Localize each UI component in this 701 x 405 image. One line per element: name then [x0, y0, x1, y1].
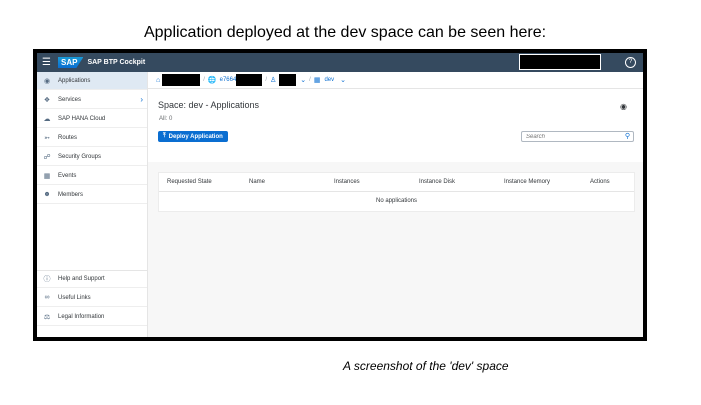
upload-icon: ⤒: [163, 133, 166, 139]
help-icon: ⓘ: [43, 276, 51, 283]
sidebar-item-label: Services: [58, 96, 82, 103]
hamburger-menu-icon[interactable]: ☰: [42, 57, 54, 68]
breadcrumb-separator: /: [265, 77, 267, 83]
column-actions[interactable]: Actions: [590, 179, 610, 185]
security-groups-icon: ☍: [43, 153, 51, 161]
sidebar-item-label: Events: [58, 172, 77, 179]
sidebar: ◉ Applications ❖ Services › ☁ SAP HANA C…: [37, 72, 148, 337]
product-name: SAP BTP Cockpit: [87, 59, 146, 66]
chevron-down-icon[interactable]: ⌄: [300, 76, 306, 84]
sidebar-item-sap-hana-cloud[interactable]: ☁ SAP HANA Cloud: [37, 110, 147, 128]
legal-icon: ⚖: [43, 313, 51, 321]
sidebar-item-label: SAP HANA Cloud: [58, 115, 106, 122]
search-icon[interactable]: ⚲: [625, 132, 630, 141]
services-icon: ❖: [43, 96, 51, 104]
caption-top: Application deployed at the dev space ca…: [143, 24, 547, 41]
breadcrumb-space[interactable]: dev: [324, 77, 334, 83]
shell-bar: ☰ SAP SAP BTP Cockpit ?: [37, 53, 643, 72]
redacted-user-area: [519, 54, 601, 70]
sap-logo[interactable]: SAP: [58, 57, 84, 68]
breadcrumb-separator: /: [309, 77, 311, 83]
applications-table: Requested State Name Instances Instance …: [158, 172, 635, 212]
page-title: Space: dev - Applications: [158, 100, 260, 110]
table-header: Requested State Name Instances Instance …: [159, 173, 634, 192]
empty-table-message: No applications: [375, 198, 418, 204]
column-instance-memory[interactable]: Instance Memory: [504, 179, 550, 185]
globe-icon: 🌐: [207, 77, 217, 84]
screenshot-frame: ☰ SAP SAP BTP Cockpit ? ◉ Applications ❖…: [33, 49, 647, 341]
org-icon: ♙: [269, 77, 277, 84]
deploy-application-label: Deploy Application: [168, 133, 223, 140]
routes-icon: ➳: [44, 134, 50, 142]
refresh-icon[interactable]: ◉: [620, 102, 627, 111]
caption-bottom: A screenshot of the 'dev' space: [343, 359, 509, 373]
home-icon[interactable]: ⌂: [156, 77, 160, 84]
column-requested-state[interactable]: Requested State: [167, 179, 212, 185]
sidebar-item-legal-information[interactable]: ⚖ Legal Information: [37, 308, 147, 326]
breadcrumb-subaccount[interactable]: e7664: [220, 77, 237, 83]
column-instance-disk[interactable]: Instance Disk: [419, 179, 455, 185]
chevron-down-icon[interactable]: ⌄: [340, 76, 346, 84]
sidebar-item-events[interactable]: ▦ Events: [37, 167, 147, 185]
main-content: ⌂ / 🌐 e7664 / ♙ ⌄ / ▦ dev ⌄ Space: dev -…: [148, 72, 643, 337]
breadcrumb: ⌂ / 🌐 e7664 / ♙ ⌄ / ▦ dev ⌄: [148, 72, 643, 89]
events-icon: ▦: [43, 172, 51, 180]
sidebar-item-help-and-support[interactable]: ⓘ Help and Support: [37, 270, 147, 288]
sidebar-item-useful-links[interactable]: ∞ Useful Links: [37, 289, 147, 307]
sidebar-item-label: Useful Links: [58, 294, 91, 301]
chevron-right-icon[interactable]: ›: [140, 95, 143, 104]
redacted-global-account: [162, 74, 201, 86]
sidebar-item-label: Help and Support: [58, 276, 105, 282]
sidebar-item-applications[interactable]: ◉ Applications: [37, 72, 147, 90]
sidebar-item-label: Legal Information: [58, 313, 105, 320]
applications-icon: ◉: [43, 77, 51, 85]
sidebar-item-members[interactable]: ☻ Members: [37, 186, 147, 204]
application-count: All: 0: [159, 116, 173, 122]
link-icon: ∞: [44, 294, 50, 301]
space-icon: ▦: [313, 77, 321, 84]
search-input[interactable]: [522, 132, 621, 141]
column-instances[interactable]: Instances: [334, 179, 360, 185]
redacted-org: [279, 74, 297, 86]
redacted-subaccount: [236, 74, 263, 86]
breadcrumb-separator: /: [203, 77, 205, 83]
search-field[interactable]: ⚲: [521, 131, 634, 142]
sidebar-item-security-groups[interactable]: ☍ Security Groups: [37, 148, 147, 166]
sidebar-item-routes[interactable]: ➳ Routes: [37, 129, 147, 147]
column-name[interactable]: Name: [249, 179, 265, 185]
cloud-icon: ☁: [43, 115, 51, 123]
sidebar-item-services[interactable]: ❖ Services ›: [37, 91, 147, 109]
sidebar-item-label: Routes: [58, 134, 78, 141]
sidebar-item-label: Applications: [58, 77, 91, 84]
members-icon: ☻: [43, 191, 51, 198]
help-icon[interactable]: ?: [625, 57, 636, 68]
deploy-application-button[interactable]: ⤒ Deploy Application: [158, 131, 228, 142]
sidebar-item-label: Security Groups: [58, 153, 102, 160]
sidebar-item-label: Members: [58, 191, 84, 198]
page-header: Space: dev - Applications All: 0 ⤒ Deplo…: [148, 89, 643, 162]
